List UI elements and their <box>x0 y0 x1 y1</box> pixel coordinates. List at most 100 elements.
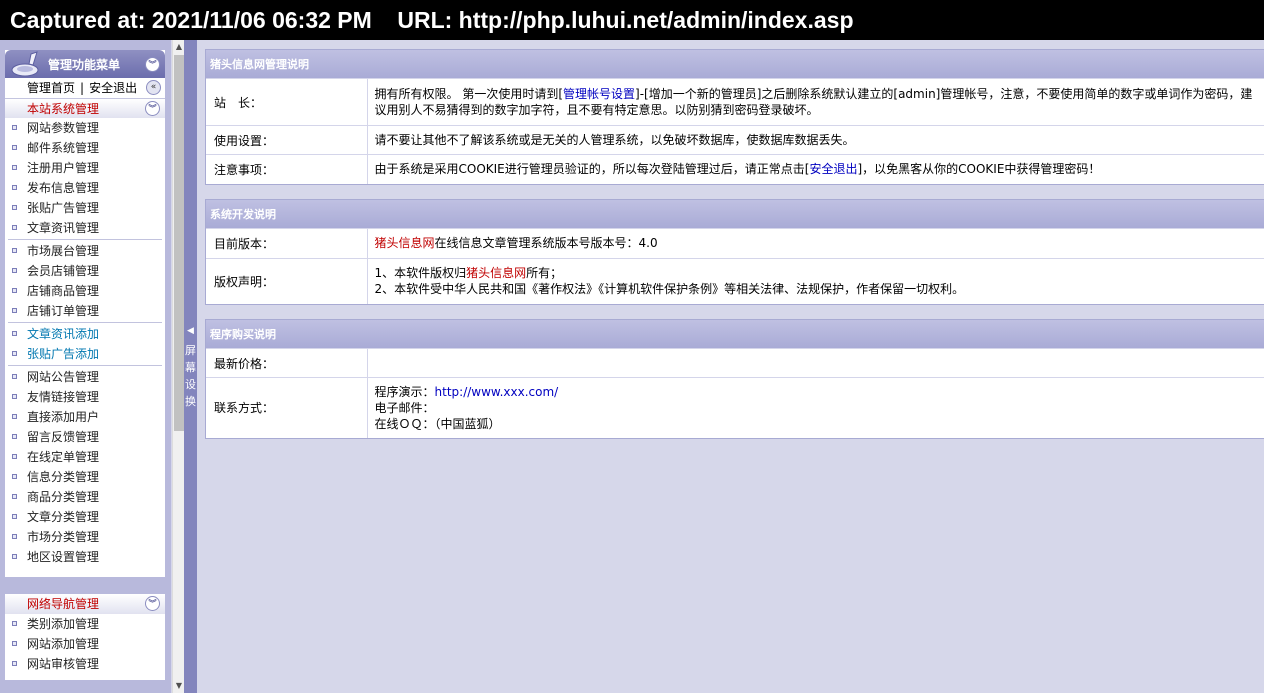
bullet-icon <box>12 308 17 313</box>
menu-item-label: 文章分类管理 <box>27 510 100 524</box>
menu-item[interactable]: 信息分类管理 <box>5 467 165 487</box>
menu-item[interactable]: 会员店铺管理 <box>5 261 165 281</box>
menu-item[interactable]: 商品分类管理 <box>5 487 165 507</box>
bullet-icon <box>12 374 17 379</box>
row-label: 联系方式： <box>206 377 368 438</box>
menu-item-label: 友情链接管理 <box>27 390 100 404</box>
section-header-site-admin[interactable]: 本站系统管理 ︾ <box>5 98 165 118</box>
screen-toggle-strip[interactable]: ◀ 屏 幕 设 换 <box>184 40 197 693</box>
toggle-char: 设 <box>185 378 196 391</box>
menu-item[interactable]: 网站添加管理 <box>5 634 165 654</box>
menu-item[interactable]: 类别添加管理 <box>5 614 165 634</box>
account-settings-link[interactable]: 管理帐号设置 <box>563 87 635 101</box>
main-content: 猪头信息网管理说明 站 长： 拥有所有权限。 第一次使用时请到[管理帐号设置]-… <box>205 49 1264 453</box>
safe-logout-link[interactable]: 安全退出 <box>809 162 857 176</box>
chevron-down-icon[interactable]: ︾ <box>145 101 160 116</box>
bullet-icon <box>12 225 17 230</box>
menu-collapse-icon[interactable]: ︾ <box>145 57 160 72</box>
text: 在线信息文章管理系统版本号版本号：4.0 <box>434 236 658 250</box>
section-title: 网络导航管理 <box>27 597 100 611</box>
panel-title: 系统开发说明 <box>206 199 1264 228</box>
menu-item[interactable]: 文章资讯管理 <box>5 218 165 238</box>
menu-item[interactable]: 店铺订单管理 <box>5 301 165 321</box>
menu-item-label: 发布信息管理 <box>27 181 100 195</box>
menu-item-label: 邮件系统管理 <box>27 141 100 155</box>
menu-divider <box>8 365 162 366</box>
row-label: 使用设置： <box>206 125 368 155</box>
bullet-icon <box>12 474 17 479</box>
bullet-icon <box>12 661 17 666</box>
menu-item-label: 店铺订单管理 <box>27 304 100 318</box>
bullet-icon <box>12 454 17 459</box>
chevron-down-icon[interactable]: ︾ <box>145 596 160 611</box>
menu-item-label: 张贴广告管理 <box>27 201 100 215</box>
toggle-label[interactable]: 屏 幕 设 换 <box>184 342 197 410</box>
bullet-icon <box>12 125 17 130</box>
menu-item[interactable]: 张贴广告添加 <box>5 344 165 364</box>
menu-item[interactable]: 地区设置管理 <box>5 547 165 567</box>
menu-logo-icon <box>11 51 39 77</box>
menu-item[interactable]: 邮件系统管理 <box>5 138 165 158</box>
menu-item-label: 网站公告管理 <box>27 370 100 384</box>
menu-scrollbar[interactable]: ▲ ▼ <box>172 40 184 693</box>
menu-item[interactable]: 在线定单管理 <box>5 447 165 467</box>
copyright-line-2: 2、本软件受中华人民共和国《著作权法》《计算机软件保护条例》等相关法律、法规保护… <box>374 282 965 297</box>
menu-item[interactable]: 网站参数管理 <box>5 118 165 138</box>
demo-line: 程序演示：http://www.xxx.com/ <box>375 384 1259 400</box>
menu-divider <box>8 239 162 240</box>
scroll-thumb[interactable] <box>174 55 184 431</box>
menu-item[interactable]: 发布信息管理 <box>5 178 165 198</box>
menu-item[interactable]: 友情链接管理 <box>5 387 165 407</box>
menu-item[interactable]: 直接添加用户 <box>5 407 165 427</box>
double-chevron-left-icon[interactable]: « <box>146 80 161 95</box>
copyright-line-1: 1、本软件版权归猪头信息网所有； <box>375 265 1259 281</box>
row-value: 请不要让其他不了解该系统或是无关的人管理系统，以免破坏数据库，使数据库数据丢失。 <box>367 125 1264 155</box>
capture-caption: Captured at: 2021/11/06 06:32 PM URL: ht… <box>0 0 1264 40</box>
menu-item-label: 店铺商品管理 <box>27 284 100 298</box>
qq-line: 在线ＯＱ：（中国蓝狐） <box>374 416 501 431</box>
bullet-icon <box>12 331 17 336</box>
menu-item-label: 网站添加管理 <box>27 637 100 651</box>
site-name-link[interactable]: 猪头信息网 <box>375 236 435 250</box>
bullet-icon <box>12 185 17 190</box>
menu-item-label: 注册用户管理 <box>27 161 100 175</box>
menu-item[interactable]: 留言反馈管理 <box>5 427 165 447</box>
section-header-nav-admin[interactable]: 网络导航管理 ︾ <box>5 594 165 614</box>
menu-item[interactable]: 文章分类管理 <box>5 507 165 527</box>
bullet-icon <box>12 288 17 293</box>
row-value: 程序演示：http://www.xxx.com/ 电子邮件： 在线ＯＱ：（中国蓝… <box>367 377 1264 438</box>
menu-item[interactable]: 市场分类管理 <box>5 527 165 547</box>
menu-item-label: 地区设置管理 <box>27 550 100 564</box>
menu-item[interactable]: 网站审核管理 <box>5 654 165 674</box>
home-link[interactable]: 管理首页 <box>27 81 75 95</box>
toggle-arrow-left-icon[interactable]: ◀ <box>187 326 194 336</box>
email-line: 电子邮件： <box>374 400 435 415</box>
menu-item-label: 信息分类管理 <box>27 470 100 484</box>
menu-item[interactable]: 注册用户管理 <box>5 158 165 178</box>
row-value <box>367 348 1264 378</box>
site-name-link[interactable]: 猪头信息网 <box>466 266 526 280</box>
row-label: 版权声明： <box>206 257 368 304</box>
left-menu-frame: 管理功能菜单 ︾ 管理首页 | 安全退出 « 本站系统管理 ︾ 网站参数管理 邮件系统… <box>0 40 171 693</box>
bullet-icon <box>12 494 17 499</box>
menu-item[interactable]: 市场展台管理 <box>5 241 165 261</box>
menu-item[interactable]: 网站公告管理 <box>5 367 165 387</box>
bullet-icon <box>12 165 17 170</box>
bullet-icon <box>12 268 17 273</box>
section-site-admin-items: 网站参数管理 邮件系统管理 注册用户管理 发布信息管理 张贴广告管理文章资讯管理 市场展台… <box>5 118 165 567</box>
toggle-char: 换 <box>185 395 196 408</box>
menu-title: 管理功能菜单 <box>48 58 121 72</box>
menu-item-label: 张贴广告添加 <box>27 347 100 361</box>
text: 拥有所有权限。 第一次使用时请到[ <box>374 87 564 101</box>
menu-item-label: 网站参数管理 <box>27 121 100 135</box>
row-label: 目前版本： <box>206 227 368 258</box>
toggle-char: 幕 <box>185 361 196 374</box>
admin-menu-box: 管理功能菜单 ︾ 管理首页 | 安全退出 « 本站系统管理 ︾ 网站参数管理 邮件系统… <box>5 50 165 577</box>
demo-url-link[interactable]: http://www.xxx.com/ <box>435 385 559 399</box>
menu-item[interactable]: 文章资讯添加 <box>5 324 165 344</box>
logout-link[interactable]: 安全退出 <box>89 81 137 95</box>
bullet-icon <box>12 434 17 439</box>
bullet-icon <box>12 394 17 399</box>
menu-item[interactable]: 张贴广告管理 <box>5 198 165 218</box>
menu-item[interactable]: 店铺商品管理 <box>5 281 165 301</box>
